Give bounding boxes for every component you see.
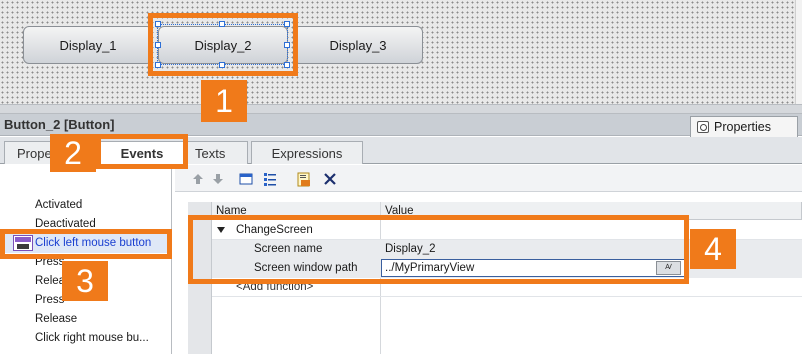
list-icon[interactable]: [262, 171, 278, 187]
tab-texts[interactable]: Texts: [186, 141, 248, 164]
grid-line: [212, 296, 802, 297]
display-3-button[interactable]: Display_3: [293, 26, 423, 64]
inspector-title-bar: Button_2 [Button]: [0, 114, 802, 136]
canvas-scrollbar[interactable]: [795, 0, 802, 104]
callout-box-2: [96, 134, 188, 169]
callout-box-1: [148, 13, 298, 76]
folder-icon[interactable]: [238, 171, 254, 187]
panel-splitter[interactable]: [0, 104, 802, 114]
callout-number-3: 3: [62, 261, 108, 301]
properties-tab-label: Properties: [714, 120, 771, 134]
delete-icon[interactable]: [322, 171, 338, 187]
callout-box-4: [188, 215, 689, 284]
callout-number-1: 1: [201, 80, 247, 122]
move-up-icon[interactable]: [190, 171, 206, 187]
event-click-right-mouse-button[interactable]: Click right mouse bu...: [35, 332, 149, 344]
callout-number-4: 4: [690, 229, 736, 269]
display-1-button[interactable]: Display_1: [23, 26, 153, 64]
move-down-icon[interactable]: [210, 171, 226, 187]
callout-box-3: [0, 229, 172, 259]
callout-number-2: 2: [50, 134, 96, 172]
properties-icon: [697, 121, 709, 133]
event-press-key[interactable]: Press: [35, 294, 64, 306]
event-release[interactable]: Relea: [35, 275, 65, 287]
event-list: [0, 165, 172, 354]
properties-tab[interactable]: Properties: [690, 116, 798, 137]
script-icon[interactable]: [296, 171, 312, 187]
event-release-key[interactable]: Release: [35, 313, 77, 325]
tab-expressions[interactable]: Expressions: [251, 141, 363, 164]
event-activated[interactable]: Activated: [35, 199, 82, 211]
inspector-title: Button_2 [Button]: [4, 117, 115, 132]
